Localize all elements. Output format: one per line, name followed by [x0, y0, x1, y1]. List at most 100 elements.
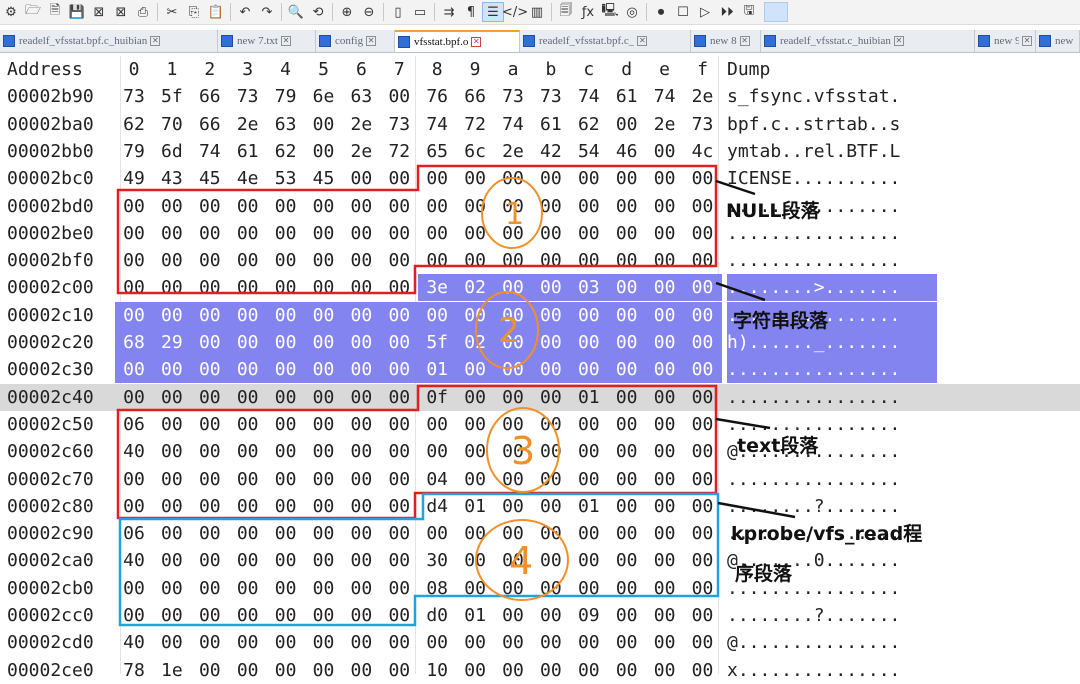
byte-cell[interactable]: 00	[305, 493, 343, 520]
close-tab-icon[interactable]: ✕	[1022, 36, 1032, 46]
byte-cell[interactable]: 00	[646, 193, 684, 220]
byte-cell[interactable]: 00	[456, 301, 495, 329]
byte-cell[interactable]: 00	[646, 220, 684, 247]
tab-1[interactable]: readelf_vfsstat.bpf.c_huibian ✕	[0, 30, 218, 52]
byte-cell[interactable]: 00	[494, 356, 532, 384]
tab-9[interactable]: new	[1036, 30, 1080, 52]
byte-cell[interactable]: 76	[418, 83, 456, 110]
byte-cell[interactable]: 00	[267, 547, 305, 574]
byte-cell[interactable]: 62	[267, 138, 305, 165]
byte-cell[interactable]: 00	[267, 247, 305, 274]
byte-cell[interactable]: 00	[531, 329, 570, 356]
close-all-icon[interactable]: ⊠	[110, 2, 132, 22]
hex-row[interactable]: 00002ca0 40 00 00 00 00 00 00 00 30 00 00 00 00 00 00 00…	[0, 547, 1080, 574]
save-macro-icon[interactable]: 🖫	[738, 2, 760, 22]
byte-cell[interactable]: 00	[304, 301, 343, 329]
byte-cell[interactable]: 45	[191, 165, 229, 192]
byte-cell[interactable]: 01	[456, 602, 494, 629]
byte-cell[interactable]: 00	[418, 438, 456, 465]
byte-cell[interactable]: 00	[532, 220, 570, 247]
byte-cell[interactable]: 00	[456, 657, 494, 684]
dump-cell[interactable]: ........?.......	[727, 493, 937, 520]
byte-cell[interactable]: 46	[608, 138, 646, 165]
byte-cell[interactable]: 79	[267, 83, 305, 110]
byte-cell[interactable]: 74	[418, 111, 456, 138]
byte-cell[interactable]: 00	[229, 193, 267, 220]
byte-cell[interactable]: 00	[305, 629, 343, 656]
byte-cell[interactable]: 00	[153, 575, 191, 602]
byte-cell[interactable]: 74	[191, 138, 229, 165]
address-cell[interactable]: 00002bf0	[7, 247, 119, 274]
dump-cell[interactable]: ................	[727, 384, 937, 411]
byte-cell[interactable]: 00	[342, 329, 381, 356]
byte-cell[interactable]: 00	[494, 602, 532, 629]
hex-row[interactable]: 00002c70 00 00 00 00 00 00 00 00 04 00 00 00 00 00 00 00…	[0, 466, 1080, 493]
byte-cell[interactable]: 00	[608, 657, 646, 684]
byte-cell[interactable]: 00	[190, 329, 229, 356]
byte-cell[interactable]: 65	[418, 138, 456, 165]
save-icon[interactable]: 🗎	[44, 2, 66, 22]
close-tab-icon[interactable]: ✕	[280, 36, 291, 46]
byte-cell[interactable]: 00	[115, 493, 153, 520]
byte-cell[interactable]: 40	[115, 547, 153, 574]
byte-cell[interactable]: 00	[380, 356, 419, 384]
byte-cell[interactable]: 00	[494, 274, 532, 302]
address-cell[interactable]: 00002c50	[7, 411, 119, 438]
byte-cell[interactable]: 62	[570, 111, 608, 138]
byte-cell[interactable]: 42	[532, 138, 570, 165]
byte-cell[interactable]: 62	[115, 111, 153, 138]
byte-cell[interactable]: 01	[456, 493, 494, 520]
save-all-icon[interactable]: 💾	[66, 2, 88, 22]
tab-5[interactable]: readelf_vfsstat.bpf.c_ ✕	[520, 30, 691, 52]
hex-row[interactable]: 00002c20 68 29 00 00 00 00 00 00 5f 02 00 00 00 00 00 00…	[0, 329, 1080, 356]
byte-cell[interactable]: 00	[191, 274, 229, 301]
byte-cell[interactable]: 00	[569, 356, 608, 384]
byte-cell[interactable]: 00	[380, 83, 418, 110]
byte-cell[interactable]: 00	[191, 575, 229, 602]
byte-cell[interactable]: 00	[342, 411, 380, 438]
byte-cell[interactable]: 00	[456, 384, 494, 411]
byte-cell[interactable]: 00	[456, 629, 494, 656]
xml-tags-icon[interactable]: </>	[502, 2, 528, 22]
close-icon[interactable]: ⊠	[88, 2, 110, 22]
byte-cell[interactable]: 00	[191, 411, 229, 438]
document-map-icon[interactable]: ▥	[526, 2, 548, 22]
byte-cell[interactable]: 00	[418, 193, 456, 220]
byte-cell[interactable]: 00	[645, 329, 684, 356]
byte-cell[interactable]: 00	[342, 438, 380, 465]
byte-cell[interactable]: 00	[191, 438, 229, 465]
byte-cell[interactable]: 00	[153, 384, 191, 411]
byte-cell[interactable]: 00	[229, 438, 267, 465]
byte-cell[interactable]: 00	[608, 384, 646, 411]
byte-cell[interactable]: 00	[342, 274, 380, 301]
byte-cell[interactable]: 00	[532, 575, 570, 602]
byte-cell[interactable]: d0	[418, 602, 456, 629]
byte-cell[interactable]: 79	[115, 138, 153, 165]
byte-cell[interactable]: 00	[342, 193, 380, 220]
byte-cell[interactable]: 00	[267, 575, 305, 602]
byte-cell[interactable]: 00	[608, 629, 646, 656]
byte-cell[interactable]: 73	[494, 83, 532, 110]
hex-row[interactable]: 00002ba0 62 70 66 2e 63 00 2e 73 74 72 74 61 62 00 2e 73…	[0, 111, 1080, 138]
byte-cell[interactable]: 00	[229, 602, 267, 629]
byte-cell[interactable]: 00	[342, 384, 380, 411]
byte-cell[interactable]: 00	[304, 329, 343, 356]
copy-icon[interactable]: ⎘	[183, 2, 205, 22]
hex-row[interactable]: 00002bd0 00 00 00 00 00 00 00 00 00 00 00 00 00 00 00 00…	[0, 193, 1080, 220]
byte-cell[interactable]: 00	[494, 493, 532, 520]
byte-cell[interactable]: 00	[608, 220, 646, 247]
print-icon[interactable]: ⎙	[132, 2, 154, 22]
byte-cell[interactable]: 00	[115, 575, 153, 602]
replace-icon[interactable]: ⟲	[307, 2, 329, 22]
byte-cell[interactable]: 54	[570, 138, 608, 165]
hex-row[interactable]: 00002ce0 78 1e 00 00 00 00 00 00 10 00 00 00 00 00 00 00…	[0, 657, 1080, 684]
address-cell[interactable]: 00002c20	[7, 329, 119, 356]
address-cell[interactable]: 00002bc0	[7, 165, 119, 192]
byte-cell[interactable]: 03	[569, 274, 608, 302]
byte-cell[interactable]: 66	[191, 111, 229, 138]
tab-2[interactable]: new 7.txt ✕	[218, 30, 316, 52]
byte-cell[interactable]: 00	[380, 329, 419, 356]
paste-icon[interactable]: 📋	[205, 2, 227, 22]
byte-cell[interactable]: 00	[380, 220, 418, 247]
byte-cell[interactable]: 00	[531, 274, 570, 302]
